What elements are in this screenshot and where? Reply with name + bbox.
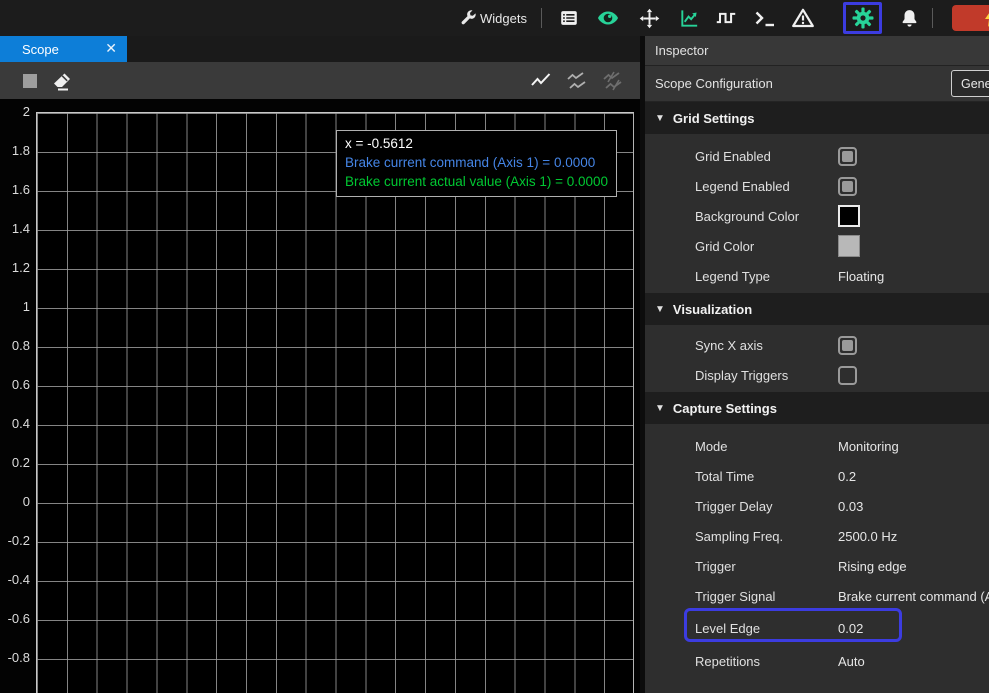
visualization-content: Sync X axis Display Triggers: [645, 325, 989, 392]
inspector-subtitle: Scope Configuration: [655, 76, 773, 91]
gear-selection-box: [843, 2, 882, 34]
grid-settings-content: Grid Enabled Legend Enabled Background C…: [645, 134, 989, 293]
terminal-icon[interactable]: [753, 6, 777, 30]
y-axis-tick-label: 0: [0, 494, 30, 510]
chevron-down-icon: ▼: [655, 113, 665, 124]
prop-row-trigger: Trigger Rising edge: [645, 551, 989, 581]
clipped-toolbar-icon[interactable]: ›: [0, 74, 6, 86]
eye-icon[interactable]: [596, 6, 620, 30]
y-axis-tick-label: 1.6: [0, 182, 30, 198]
display-triggers-checkbox[interactable]: [838, 366, 857, 385]
y-axis-tick-label: 1.2: [0, 260, 30, 276]
chevron-down-icon: ▼: [655, 304, 665, 315]
close-icon[interactable]: ✕: [105, 40, 117, 57]
tab-scope[interactable]: Scope ✕: [0, 36, 127, 62]
widgets-label[interactable]: Widgets: [480, 0, 527, 36]
sampling-freq-value[interactable]: 2500.0 Hz: [838, 529, 897, 544]
mode-value[interactable]: Monitoring: [838, 439, 899, 454]
trigger-signal-value[interactable]: Brake current command (Axi: [838, 589, 989, 604]
scope-plot-region: 2 1.8 1.6 1.4 1.2 1 0.8 0.6 0.4 0.2 0 -0.2 -0.4 -0.6 -…: [0, 99, 640, 693]
capture-settings-content: Mode Monitoring Total Time 0.2 Trigger D…: [645, 424, 989, 678]
tooltip-x-value: x = -0.5612: [345, 134, 608, 153]
prop-row-grid-enabled: Grid Enabled: [645, 141, 989, 171]
toolbar-separator: [541, 8, 542, 28]
tab-bar: Scope ✕: [0, 36, 640, 62]
level-edge-value[interactable]: 0.02: [838, 621, 863, 636]
list-icon[interactable]: [557, 6, 581, 30]
repetitions-value[interactable]: Auto: [838, 654, 865, 669]
plot-canvas[interactable]: x = -0.5612 Brake current command (Axis …: [36, 112, 634, 693]
sync-x-axis-checkbox[interactable]: [838, 336, 857, 355]
prop-row-grid-color: Grid Color: [645, 231, 989, 261]
red-action-button-partial[interactable]: [952, 5, 989, 31]
y-axis-tick-label: 2: [0, 104, 30, 120]
background-color-swatch[interactable]: [838, 205, 860, 227]
y-axis-tick-label: 0.2: [0, 455, 30, 471]
y-axis-tick-label: -0.4: [0, 572, 30, 588]
gear-icon[interactable]: [851, 6, 875, 30]
y-axis-tick-label: -0.6: [0, 611, 30, 627]
tab-scope-label: Scope: [22, 42, 59, 57]
chevron-down-icon: ▼: [655, 403, 665, 414]
prop-row-legend-type: Legend Type Floating: [645, 261, 989, 291]
y-axis-tick-label: 0.6: [0, 377, 30, 393]
y-axis-tick-label: 0.4: [0, 416, 30, 432]
prop-row-trigger-signal: Trigger Signal Brake current command (Ax…: [645, 581, 989, 611]
move-icon[interactable]: [637, 6, 661, 30]
prop-row-level-edge: Level Edge 0.02: [645, 611, 989, 646]
toolbar-separator: [932, 8, 933, 28]
app-window: Widgets: [0, 0, 989, 693]
tooltip-command-value: Brake current command (Axis 1) = 0.0000: [345, 153, 608, 172]
y-axis: 2 1.8 1.6 1.4 1.2 1 0.8 0.6 0.4 0.2 0 -0.2 -0.4 -0.6 -…: [0, 99, 32, 693]
chart-icon[interactable]: [677, 6, 701, 30]
legend-type-value[interactable]: Floating: [838, 269, 884, 284]
prop-row-total-time: Total Time 0.2: [645, 461, 989, 491]
y-axis-tick-label: 1: [0, 299, 30, 315]
main-toolbar: Widgets: [0, 0, 989, 36]
inspector-panel: Inspector Scope Configuration General ▼ …: [645, 36, 989, 693]
plot-tooltip: x = -0.5612 Brake current command (Axis …: [336, 130, 617, 197]
inspector-subtitle-row: Scope Configuration General: [645, 66, 989, 102]
y-axis-tick-label: 1.4: [0, 221, 30, 237]
section-visualization[interactable]: ▼ Visualization: [645, 293, 989, 325]
prop-row-legend-enabled: Legend Enabled: [645, 171, 989, 201]
multi-trace-icon[interactable]: [565, 69, 589, 93]
trigger-value[interactable]: Rising edge: [838, 559, 907, 574]
total-time-value[interactable]: 0.2: [838, 469, 856, 484]
stop-icon[interactable]: [18, 69, 42, 93]
grid-enabled-checkbox[interactable]: [838, 147, 857, 166]
y-axis-tick-label: 1.8: [0, 143, 30, 159]
prop-row-sampling-freq: Sampling Freq. 2500.0 Hz: [645, 521, 989, 551]
tooltip-actual-value: Brake current actual value (Axis 1) = 0.…: [345, 172, 608, 191]
wrench-icon: [456, 6, 480, 30]
y-axis-tick-label: 0.8: [0, 338, 30, 354]
legend-enabled-checkbox[interactable]: [838, 177, 857, 196]
general-button[interactable]: General: [951, 70, 989, 97]
bell-icon[interactable]: [897, 6, 921, 30]
y-axis-tick-label: -0.8: [0, 650, 30, 666]
trigger-delay-value[interactable]: 0.03: [838, 499, 863, 514]
single-trace-icon[interactable]: [529, 69, 553, 93]
prop-row-sync-x: Sync X axis: [645, 330, 989, 360]
scope-pane: Scope ✕ ›: [0, 36, 640, 693]
eraser-icon[interactable]: [50, 69, 74, 93]
section-grid-settings[interactable]: ▼ Grid Settings: [645, 102, 989, 134]
merged-trace-icon[interactable]: [601, 69, 625, 93]
section-capture-settings[interactable]: ▼ Capture Settings: [645, 392, 989, 424]
y-axis-tick-label: -0.2: [0, 533, 30, 549]
square-wave-icon[interactable]: [714, 6, 738, 30]
prop-row-background-color: Background Color: [645, 201, 989, 231]
prop-row-repetitions: Repetitions Auto: [645, 646, 989, 676]
warning-icon[interactable]: [791, 6, 815, 30]
prop-row-mode: Mode Monitoring: [645, 431, 989, 461]
prop-row-trigger-delay: Trigger Delay 0.03: [645, 491, 989, 521]
scope-toolbar: ›: [0, 62, 640, 99]
inspector-title: Inspector: [645, 36, 989, 66]
prop-row-display-triggers: Display Triggers: [645, 360, 989, 390]
grid-color-swatch[interactable]: [838, 235, 860, 257]
